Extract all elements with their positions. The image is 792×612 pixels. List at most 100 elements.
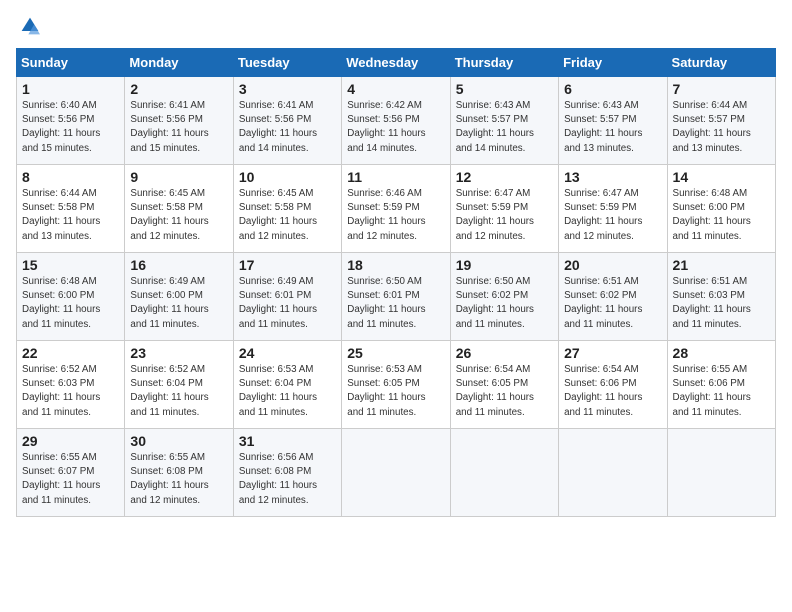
day-info: Sunrise: 6:47 AMSunset: 5:59 PMDaylight:…: [564, 187, 661, 244]
calendar-cell: 13 Sunrise: 6:47 AMSunset: 5:59 PMDayligh…: [559, 165, 667, 253]
calendar-cell: 10Sunrise: 6:45 AMSunset: 5:58 PMDayligh…: [233, 165, 341, 253]
calendar-week-1: 1 Sunrise: 6:40 AMSunset: 5:56 PMDaylight…: [17, 77, 776, 165]
day-number: 26: [456, 345, 553, 361]
calendar-cell: 17 Sunrise: 6:49 AMSunset: 6:01 PMDayligh…: [233, 253, 341, 341]
day-info: Sunrise: 6:52 AMSunset: 6:04 PMDaylight:…: [130, 363, 227, 420]
calendar-cell: 22Sunrise: 6:52 AMSunset: 6:03 PMDayligh…: [17, 341, 125, 429]
day-info: Sunrise: 6:50 AMSunset: 6:01 PMDaylight:…: [347, 275, 444, 332]
day-number: 8: [22, 169, 119, 185]
day-number: 19: [456, 257, 553, 273]
day-info: Sunrise: 6:55 AMSunset: 6:06 PMDaylight:…: [673, 363, 770, 420]
calendar-cell: 24 Sunrise: 6:53 AMSunset: 6:04 PMDayligh…: [233, 341, 341, 429]
day-number: 24: [239, 345, 336, 361]
calendar-week-4: 22Sunrise: 6:52 AMSunset: 6:03 PMDayligh…: [17, 341, 776, 429]
day-number: 2: [130, 81, 227, 97]
logo-icon: [20, 16, 40, 36]
calendar-cell: [559, 429, 667, 517]
day-number: 13: [564, 169, 661, 185]
calendar-cell: 30 Sunrise: 6:55 AMSunset: 6:08 PMDayligh…: [125, 429, 233, 517]
day-info: Sunrise: 6:45 AMSunset: 5:58 PMDaylight:…: [239, 187, 336, 244]
day-info: Sunrise: 6:55 AMSunset: 6:08 PMDaylight:…: [130, 451, 227, 508]
day-number: 18: [347, 257, 444, 273]
calendar-cell: 20 Sunrise: 6:51 AMSunset: 6:02 PMDayligh…: [559, 253, 667, 341]
day-info: Sunrise: 6:48 AMSunset: 6:00 PMDaylight:…: [22, 275, 119, 332]
calendar-cell: 27 Sunrise: 6:54 AMSunset: 6:06 PMDayligh…: [559, 341, 667, 429]
day-info: Sunrise: 6:40 AMSunset: 5:56 PMDaylight:…: [22, 99, 119, 156]
day-number: 1: [22, 81, 119, 97]
calendar-cell: 26 Sunrise: 6:54 AMSunset: 6:05 PMDayligh…: [450, 341, 558, 429]
header-day-thursday: Thursday: [450, 49, 558, 77]
calendar-cell: 15Sunrise: 6:48 AMSunset: 6:00 PMDayligh…: [17, 253, 125, 341]
day-info: Sunrise: 6:48 AMSunset: 6:00 PMDaylight:…: [673, 187, 770, 244]
page-header: [16, 16, 776, 36]
calendar-cell: 18 Sunrise: 6:50 AMSunset: 6:01 PMDayligh…: [342, 253, 450, 341]
day-number: 31: [239, 433, 336, 449]
day-number: 27: [564, 345, 661, 361]
day-info: Sunrise: 6:41 AMSunset: 5:56 PMDaylight:…: [239, 99, 336, 156]
calendar-cell: 19 Sunrise: 6:50 AMSunset: 6:02 PMDayligh…: [450, 253, 558, 341]
day-number: 4: [347, 81, 444, 97]
day-number: 20: [564, 257, 661, 273]
day-info: Sunrise: 6:54 AMSunset: 6:06 PMDaylight:…: [564, 363, 661, 420]
day-info: Sunrise: 6:43 AMSunset: 5:57 PMDaylight:…: [456, 99, 553, 156]
calendar-cell: 29Sunrise: 6:55 AMSunset: 6:07 PMDayligh…: [17, 429, 125, 517]
calendar-table: SundayMondayTuesdayWednesdayThursdayFrid…: [16, 48, 776, 517]
day-info: Sunrise: 6:50 AMSunset: 6:02 PMDaylight:…: [456, 275, 553, 332]
day-info: Sunrise: 6:47 AMSunset: 5:59 PMDaylight:…: [456, 187, 553, 244]
header-day-saturday: Saturday: [667, 49, 775, 77]
calendar-cell: 6 Sunrise: 6:43 AMSunset: 5:57 PMDaylight…: [559, 77, 667, 165]
calendar-week-3: 15Sunrise: 6:48 AMSunset: 6:00 PMDayligh…: [17, 253, 776, 341]
calendar-cell: 31 Sunrise: 6:56 AMSunset: 6:08 PMDayligh…: [233, 429, 341, 517]
calendar-cell: 1 Sunrise: 6:40 AMSunset: 5:56 PMDaylight…: [17, 77, 125, 165]
day-number: 23: [130, 345, 227, 361]
day-info: Sunrise: 6:41 AMSunset: 5:56 PMDaylight:…: [130, 99, 227, 156]
calendar-cell: 2 Sunrise: 6:41 AMSunset: 5:56 PMDaylight…: [125, 77, 233, 165]
day-info: Sunrise: 6:53 AMSunset: 6:04 PMDaylight:…: [239, 363, 336, 420]
day-info: Sunrise: 6:56 AMSunset: 6:08 PMDaylight:…: [239, 451, 336, 508]
calendar-cell: 8 Sunrise: 6:44 AMSunset: 5:58 PMDaylight…: [17, 165, 125, 253]
day-info: Sunrise: 6:44 AMSunset: 5:58 PMDaylight:…: [22, 187, 119, 244]
day-info: Sunrise: 6:46 AMSunset: 5:59 PMDaylight:…: [347, 187, 444, 244]
day-number: 14: [673, 169, 770, 185]
calendar-cell: 4 Sunrise: 6:42 AMSunset: 5:56 PMDaylight…: [342, 77, 450, 165]
day-info: Sunrise: 6:51 AMSunset: 6:03 PMDaylight:…: [673, 275, 770, 332]
calendar-cell: [342, 429, 450, 517]
calendar-cell: 21Sunrise: 6:51 AMSunset: 6:03 PMDayligh…: [667, 253, 775, 341]
day-info: Sunrise: 6:45 AMSunset: 5:58 PMDaylight:…: [130, 187, 227, 244]
day-info: Sunrise: 6:51 AMSunset: 6:02 PMDaylight:…: [564, 275, 661, 332]
day-number: 11: [347, 169, 444, 185]
calendar-cell: 12 Sunrise: 6:47 AMSunset: 5:59 PMDayligh…: [450, 165, 558, 253]
calendar-cell: 7 Sunrise: 6:44 AMSunset: 5:57 PMDaylight…: [667, 77, 775, 165]
calendar-cell: 16 Sunrise: 6:49 AMSunset: 6:00 PMDayligh…: [125, 253, 233, 341]
calendar-cell: 23 Sunrise: 6:52 AMSunset: 6:04 PMDayligh…: [125, 341, 233, 429]
day-info: Sunrise: 6:43 AMSunset: 5:57 PMDaylight:…: [564, 99, 661, 156]
day-info: Sunrise: 6:53 AMSunset: 6:05 PMDaylight:…: [347, 363, 444, 420]
calendar-cell: 3 Sunrise: 6:41 AMSunset: 5:56 PMDaylight…: [233, 77, 341, 165]
day-number: 16: [130, 257, 227, 273]
calendar-cell: 9 Sunrise: 6:45 AMSunset: 5:58 PMDaylight…: [125, 165, 233, 253]
day-number: 30: [130, 433, 227, 449]
logo: [16, 16, 40, 36]
day-number: 17: [239, 257, 336, 273]
calendar-cell: [450, 429, 558, 517]
calendar-cell: 11 Sunrise: 6:46 AMSunset: 5:59 PMDayligh…: [342, 165, 450, 253]
calendar-cell: 14 Sunrise: 6:48 AMSunset: 6:00 PMDayligh…: [667, 165, 775, 253]
day-info: Sunrise: 6:55 AMSunset: 6:07 PMDaylight:…: [22, 451, 119, 508]
calendar-cell: 25 Sunrise: 6:53 AMSunset: 6:05 PMDayligh…: [342, 341, 450, 429]
day-info: Sunrise: 6:44 AMSunset: 5:57 PMDaylight:…: [673, 99, 770, 156]
day-info: Sunrise: 6:42 AMSunset: 5:56 PMDaylight:…: [347, 99, 444, 156]
day-info: Sunrise: 6:54 AMSunset: 6:05 PMDaylight:…: [456, 363, 553, 420]
calendar-cell: [667, 429, 775, 517]
day-number: 7: [673, 81, 770, 97]
calendar-week-5: 29Sunrise: 6:55 AMSunset: 6:07 PMDayligh…: [17, 429, 776, 517]
day-info: Sunrise: 6:49 AMSunset: 6:01 PMDaylight:…: [239, 275, 336, 332]
day-number: 9: [130, 169, 227, 185]
day-number: 25: [347, 345, 444, 361]
day-number: 12: [456, 169, 553, 185]
day-number: 3: [239, 81, 336, 97]
calendar-cell: 28Sunrise: 6:55 AMSunset: 6:06 PMDayligh…: [667, 341, 775, 429]
day-info: Sunrise: 6:49 AMSunset: 6:00 PMDaylight:…: [130, 275, 227, 332]
day-number: 6: [564, 81, 661, 97]
day-number: 22: [22, 345, 119, 361]
calendar-week-2: 8 Sunrise: 6:44 AMSunset: 5:58 PMDaylight…: [17, 165, 776, 253]
